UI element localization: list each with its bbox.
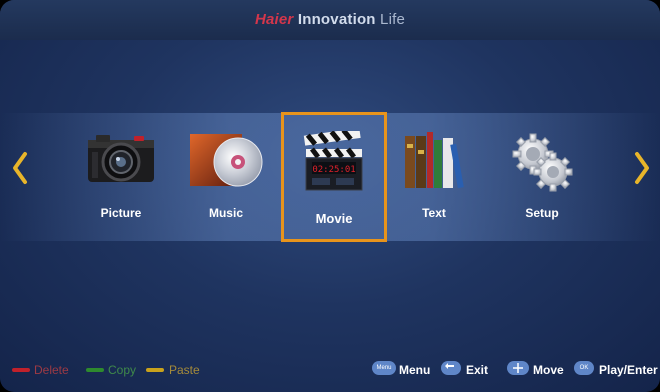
camera-icon xyxy=(84,130,158,191)
move-key-label[interactable]: Move xyxy=(533,363,564,377)
paste-key-label[interactable]: Paste xyxy=(169,363,200,377)
menu-item-text[interactable]: Text xyxy=(384,118,484,240)
menu-item-setup[interactable]: Setup xyxy=(492,118,592,240)
delete-key-label[interactable]: Delete xyxy=(34,363,69,377)
exit-key-label[interactable]: Exit xyxy=(466,363,488,377)
ok-key-icon: OK xyxy=(574,361,594,375)
menu-item-label: Text xyxy=(422,206,446,220)
title-rest: Life xyxy=(380,11,406,28)
red-key-icon xyxy=(12,368,30,372)
menu-item-label: Music xyxy=(208,206,243,220)
menu-item-label: Movie xyxy=(315,211,353,226)
menu-item-label: Picture xyxy=(100,206,142,220)
cd-icon xyxy=(186,130,266,195)
gears-icon xyxy=(507,130,577,199)
title-bar: Haier Innovation Life xyxy=(0,0,660,40)
title-main: Innovation xyxy=(297,11,376,28)
bottom-bar: Delete Copy Paste Menu Menu Exit Move OK… xyxy=(0,350,660,392)
chevron-right-icon xyxy=(635,152,649,184)
menu-item-music[interactable]: Music xyxy=(176,118,276,240)
menu-item-label: Setup xyxy=(525,206,559,220)
media-screen: Haier Innovation Life Picture Music 02:2… xyxy=(0,0,660,392)
play-enter-key-label[interactable]: Play/Enter xyxy=(599,363,658,377)
menu-item-movie[interactable]: 02:25:01 Movie xyxy=(281,112,387,242)
chevron-left-icon xyxy=(13,152,27,184)
menu-key-icon: Menu xyxy=(372,361,396,375)
timer-readout: 02:25:01 xyxy=(312,165,355,175)
clapperboard-icon: 02:25:01 xyxy=(302,127,366,198)
move-key-icon xyxy=(507,361,529,375)
page-title: Haier Innovation Life xyxy=(0,11,660,28)
copy-key-label[interactable]: Copy xyxy=(108,363,136,377)
brand-logo: Haier xyxy=(254,11,294,28)
scroll-left-button[interactable] xyxy=(10,150,30,186)
yellow-key-icon xyxy=(146,368,164,372)
books-icon xyxy=(399,130,469,195)
menu-item-picture[interactable]: Picture xyxy=(71,118,171,240)
exit-key-icon xyxy=(441,361,461,375)
menu-key-label[interactable]: Menu xyxy=(399,363,430,377)
green-key-icon xyxy=(86,368,104,372)
scroll-right-button[interactable] xyxy=(632,150,652,186)
